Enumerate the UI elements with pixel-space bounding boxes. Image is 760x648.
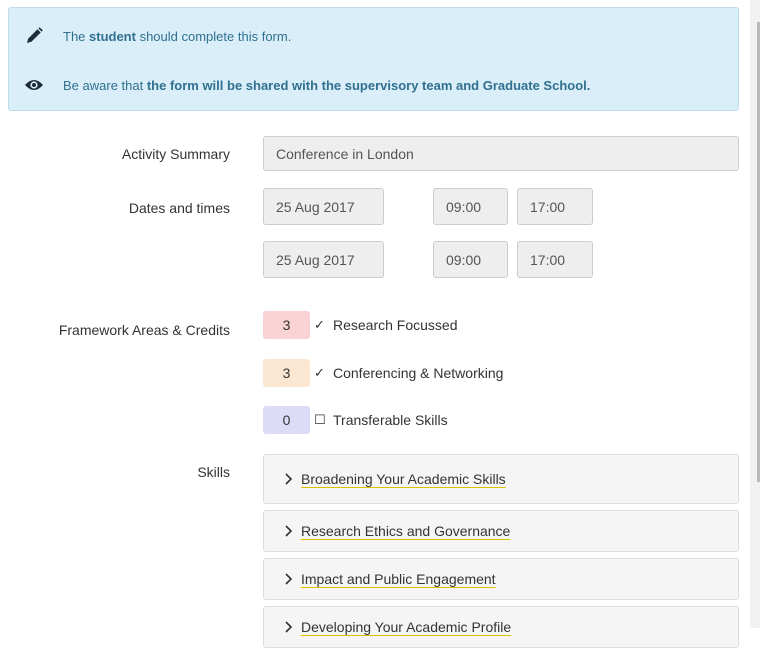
checkmark-icon: ✓ bbox=[314, 365, 325, 380]
chevron-right-icon bbox=[284, 621, 293, 633]
dates-times-label: Dates and times bbox=[128, 200, 230, 216]
framework-item-transferable-skills[interactable]: ☐ Transferable Skills bbox=[314, 412, 448, 428]
skill-link-broadening-academic-skills[interactable]: Broadening Your Academic Skills bbox=[301, 471, 506, 487]
activity-summary-label: Activity Summary bbox=[121, 146, 230, 162]
info-text-student: The student should complete this form. bbox=[63, 28, 292, 44]
info-bold-student: student bbox=[89, 28, 136, 44]
skill-panel-impact-public-engagement[interactable]: Impact and Public Engagement bbox=[263, 558, 739, 600]
skill-panel-research-ethics[interactable]: Research Ethics and Governance bbox=[263, 510, 739, 552]
chevron-right-icon bbox=[284, 525, 293, 537]
start-time-field-1[interactable]: 09:00 bbox=[433, 188, 508, 225]
end-time-field-2[interactable]: 17:00 bbox=[517, 241, 593, 278]
chevron-right-icon bbox=[284, 473, 293, 485]
eye-icon bbox=[23, 74, 45, 96]
chevron-right-icon bbox=[284, 573, 293, 585]
framework-areas-label: Framework Areas & Credits bbox=[58, 322, 230, 338]
skill-panel-broadening-academic-skills[interactable]: Broadening Your Academic Skills bbox=[263, 454, 739, 504]
checkmark-icon: ✓ bbox=[314, 317, 325, 332]
activity-summary-field[interactable]: Conference in London bbox=[263, 136, 739, 171]
date-field-1[interactable]: 25 Aug 2017 bbox=[263, 188, 384, 225]
info-line-shared: Be aware that the form will be shared wi… bbox=[23, 74, 590, 96]
pencil-icon bbox=[23, 25, 45, 47]
framework-label-conferencing-networking: Conferencing & Networking bbox=[333, 365, 504, 381]
end-time-field-1[interactable]: 17:00 bbox=[517, 188, 593, 225]
info-bold-shared: the form will be shared with the supervi… bbox=[146, 77, 591, 93]
framework-item-conferencing-networking[interactable]: ✓ Conferencing & Networking bbox=[314, 365, 503, 381]
info-text-shared: Be aware that the form will be shared wi… bbox=[63, 77, 591, 93]
credits-conferencing-networking[interactable]: 3 bbox=[263, 359, 310, 387]
info-alert: The student should complete this form. B… bbox=[8, 7, 739, 111]
credits-research-focussed[interactable]: 3 bbox=[263, 311, 310, 339]
info-line-student: The student should complete this form. bbox=[23, 25, 291, 47]
skills-label: Skills bbox=[197, 464, 230, 480]
skill-link-research-ethics[interactable]: Research Ethics and Governance bbox=[301, 523, 510, 539]
skill-link-developing-academic-profile[interactable]: Developing Your Academic Profile bbox=[301, 619, 511, 635]
framework-item-research-focussed[interactable]: ✓ Research Focussed bbox=[314, 317, 458, 333]
checkbox-empty-icon: ☐ bbox=[314, 412, 326, 427]
credits-transferable-skills[interactable]: 0 bbox=[263, 406, 310, 434]
start-time-field-2[interactable]: 09:00 bbox=[433, 241, 508, 278]
skill-panel-developing-academic-profile[interactable]: Developing Your Academic Profile bbox=[263, 606, 739, 648]
date-field-2[interactable]: 25 Aug 2017 bbox=[263, 241, 384, 278]
framework-label-research-focussed: Research Focussed bbox=[333, 317, 458, 333]
framework-label-transferable-skills: Transferable Skills bbox=[333, 412, 448, 428]
skill-link-impact-public-engagement[interactable]: Impact and Public Engagement bbox=[301, 571, 496, 587]
